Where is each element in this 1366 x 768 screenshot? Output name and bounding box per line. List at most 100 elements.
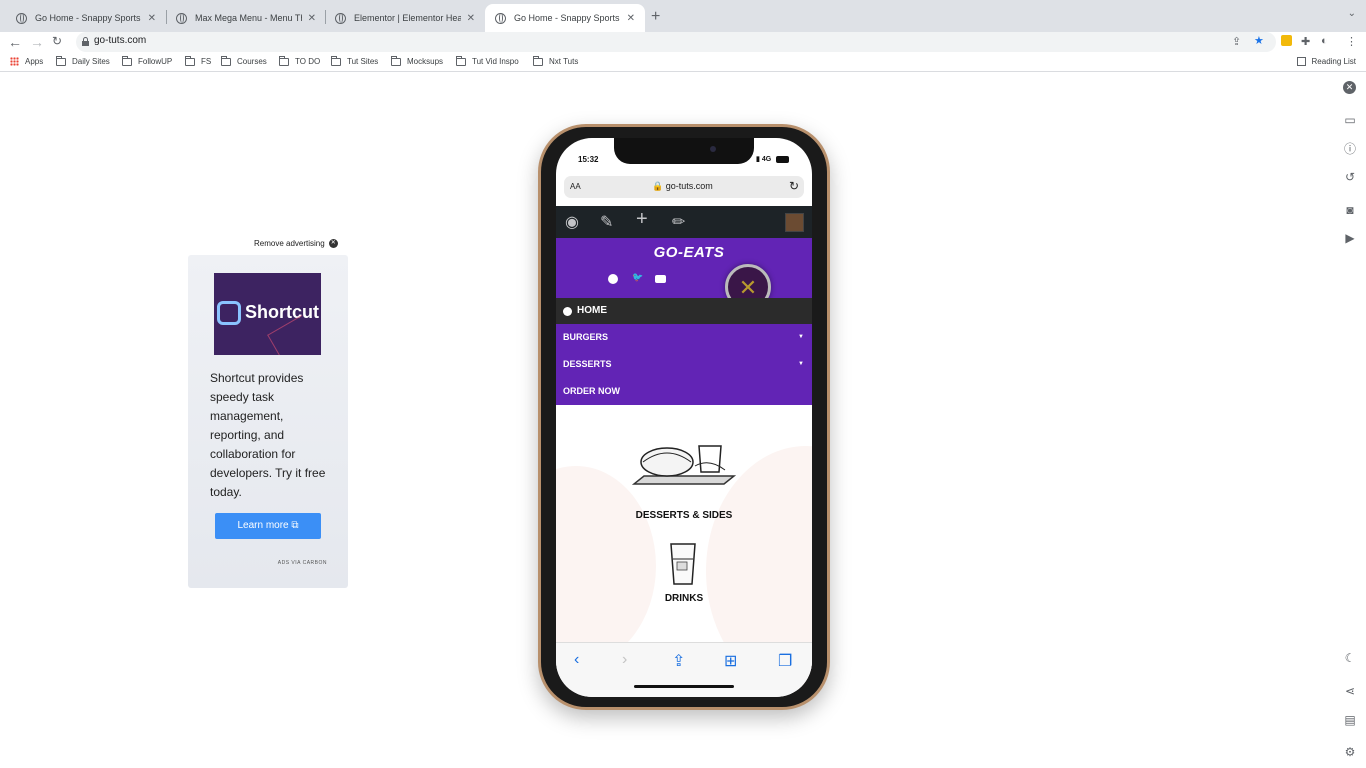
puzzle-icon[interactable]: ✚ — [1301, 35, 1310, 48]
lock-icon: 🔒 — [652, 181, 664, 191]
tab-2[interactable]: Max Mega Menu - Menu Theme ✕ — [166, 4, 326, 32]
info-icon[interactable]: ⓘ — [1343, 142, 1357, 156]
bookmark-folder[interactable]: Tut Vid Inspo — [456, 55, 519, 66]
reading-list-button[interactable]: Reading List — [1296, 57, 1356, 66]
ad-image[interactable]: Shortcut — [214, 273, 321, 355]
share-icon[interactable]: ⋖ — [1343, 684, 1357, 698]
bookmark-folder[interactable]: FS — [185, 55, 212, 66]
bookmark-label: Courses — [237, 57, 267, 66]
phone-mockup: 15:32 ▮ 4G AA 🔒 go-tuts.com ↻ ◉ ✎ + ✏ GO… — [538, 124, 830, 710]
status-time: 15:32 — [578, 155, 599, 164]
dark-mode-moon-icon[interactable]: ☾ — [1343, 651, 1357, 665]
forward-icon[interactable]: → — [30, 34, 44, 50]
bookmark-folder[interactable]: Tut Sites — [331, 55, 379, 66]
shortcut-logo-icon — [217, 301, 241, 325]
learn-more-button[interactable]: Learn more ⧉ — [215, 513, 321, 539]
close-icon: ✕ — [328, 239, 338, 248]
caret-down-icon[interactable]: ▼ — [798, 324, 804, 351]
bookmark-label: FS — [201, 57, 212, 66]
status-bar-right: ▮ 4G — [756, 155, 790, 163]
gear-icon[interactable]: ⚙ — [1343, 745, 1357, 759]
responsive-devices-icon[interactable]: ▭ — [1343, 113, 1357, 127]
share-icon[interactable]: ⇪ — [1232, 35, 1241, 48]
menu-item-order-now[interactable]: ORDER NOW — [556, 378, 812, 405]
new-tab-button[interactable]: + — [651, 8, 660, 26]
bookmark-folder[interactable]: Courses — [221, 55, 267, 66]
back-icon[interactable]: ‹ — [574, 651, 579, 669]
safari-address-bar[interactable]: AA 🔒 go-tuts.com ↻ — [564, 176, 804, 198]
address-bar[interactable]: go-tuts.com ⇪ ★ — [76, 32, 1276, 52]
rotate-icon[interactable]: ↺ — [1343, 170, 1357, 184]
youtube-icon[interactable] — [655, 275, 666, 283]
camera-icon[interactable]: ◙ — [1343, 203, 1357, 217]
caret-down-icon[interactable]: ▼ — [798, 351, 804, 378]
avatar[interactable] — [785, 213, 804, 232]
bookmark-apps[interactable]: Apps — [10, 57, 43, 66]
add-new-icon[interactable]: + — [636, 208, 648, 231]
menu-item-label: HOME — [577, 305, 607, 316]
twitter-icon[interactable]: 🐦 — [632, 272, 643, 283]
bookmark-folder[interactable]: TO DO — [279, 55, 321, 66]
edit-pencil-icon[interactable]: ✏ — [672, 212, 685, 232]
star-icon[interactable]: ★ — [1254, 34, 1264, 47]
close-icon[interactable]: ✕ — [467, 13, 475, 24]
site-title[interactable]: GO-EATS — [556, 244, 812, 261]
category-drinks[interactable]: DRINKS — [556, 593, 812, 604]
phone-notch — [614, 138, 754, 164]
bookmarks-bar: Apps Daily Sites FollowUP FS Courses TO … — [0, 54, 1366, 72]
menu-item-home[interactable]: HOME — [556, 298, 812, 324]
bookmark-label: Nxt Tuts — [549, 57, 579, 66]
share-icon[interactable]: ⇪ — [672, 651, 685, 671]
folder-icon — [456, 55, 466, 66]
tab-1[interactable]: Go Home - Snappy Sports ✕ — [6, 4, 166, 32]
reload-icon[interactable]: ↻ — [52, 34, 62, 48]
close-icon[interactable]: ✕ — [148, 13, 156, 24]
carbon-ad-card: Shortcut Shortcut provides speedy task m… — [188, 255, 348, 588]
menu-item-burgers[interactable]: BURGERS ▼ — [556, 324, 812, 351]
category-desserts-sides[interactable]: DESSERTS & SIDES — [556, 510, 812, 521]
bookmark-folder[interactable]: Mocksups — [391, 55, 443, 66]
safari-url-text: go-tuts.com — [665, 181, 713, 191]
tabs-icon[interactable]: ❐ — [778, 651, 792, 671]
bookmark-label: Tut Sites — [347, 57, 379, 66]
text-size-button[interactable]: AA — [570, 182, 581, 191]
profile-icon[interactable]: ◐ — [1321, 35, 1328, 47]
safari-url: 🔒 go-tuts.com — [652, 181, 713, 192]
kebab-menu-icon[interactable]: ⋮ — [1346, 35, 1357, 48]
folder-icon — [56, 55, 66, 66]
reload-icon[interactable]: ↻ — [789, 179, 799, 193]
remove-advertising-link[interactable]: Remove advertising ✕ — [254, 239, 338, 248]
tab-4-active[interactable]: Go Home - Snappy Sports ✕ — [485, 4, 645, 32]
facebook-icon[interactable] — [608, 274, 618, 284]
menu-item-label: ORDER NOW — [563, 386, 620, 396]
chat-icon[interactable]: ▤ — [1343, 713, 1357, 727]
close-icon[interactable]: ✕ — [308, 13, 316, 24]
remove-advertising-label: Remove advertising — [254, 239, 325, 248]
bookmark-folder[interactable]: Daily Sites — [56, 55, 110, 66]
site-header: GO-EATS 🐦 ✕ — [556, 238, 812, 310]
forward-icon[interactable]: › — [622, 651, 627, 669]
back-icon[interactable]: ← — [8, 34, 22, 50]
folder-icon — [221, 55, 231, 66]
dashboard-icon[interactable]: ◉ — [565, 212, 579, 232]
bookmark-label: TO DO — [295, 57, 321, 66]
close-icon[interactable]: ✕ — [627, 13, 635, 24]
extension-icon[interactable] — [1281, 35, 1292, 46]
bookmark-folder[interactable]: Nxt Tuts — [533, 55, 579, 66]
mobile-nav-menu: HOME BURGERS ▼ DESSERTS ▼ ORDER NOW — [556, 298, 812, 405]
bookmarks-book-icon[interactable]: ⊞ — [724, 651, 737, 671]
reading-list-label: Reading List — [1311, 57, 1356, 66]
bookmark-folder[interactable]: FollowUP — [122, 55, 172, 66]
ads-via-carbon[interactable]: ADS VIA CARBON — [278, 560, 327, 566]
tab-title: Go Home - Snappy Sports — [35, 13, 141, 23]
chevron-down-icon[interactable]: ⌄ — [1348, 8, 1356, 19]
tab-title: Max Mega Menu - Menu Theme — [195, 13, 302, 23]
battery-icon — [776, 155, 790, 163]
tab-3[interactable]: Elementor | Elementor Header ✕ — [325, 4, 485, 32]
close-icon[interactable]: ✕ — [1343, 81, 1356, 94]
customize-brush-icon[interactable]: ✎ — [600, 212, 613, 232]
video-camera-icon[interactable]: ▶ — [1343, 231, 1357, 245]
background-shape — [556, 466, 656, 666]
bookmark-label: Daily Sites — [72, 57, 110, 66]
menu-item-desserts[interactable]: DESSERTS ▼ — [556, 351, 812, 378]
